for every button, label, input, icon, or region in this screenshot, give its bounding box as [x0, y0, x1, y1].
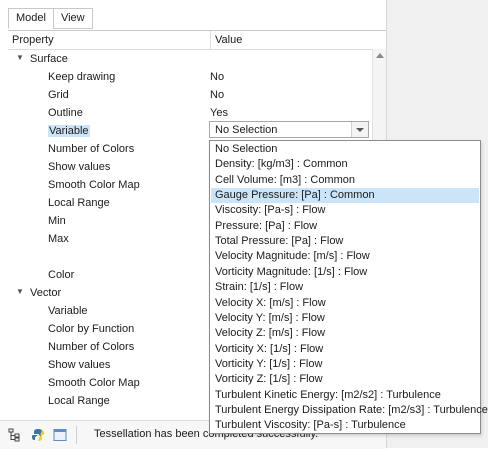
property-label-text: Local Range — [48, 197, 110, 209]
dropdown-option[interactable]: Vorticity Y: [1/s] : Flow — [211, 357, 479, 372]
property-label-text: Show values — [48, 161, 111, 173]
property-label-text: Surface — [30, 53, 68, 65]
dropdown-option[interactable]: Velocity Magnitude: [m/s] : Flow — [211, 249, 479, 264]
property-label: Outline — [48, 107, 83, 119]
tree-view-icon[interactable] — [8, 428, 22, 442]
python-icon[interactable] — [31, 428, 45, 442]
property-label: Min — [48, 215, 66, 227]
status-separator — [76, 426, 77, 444]
dropdown-option[interactable]: Cell Volume: [m3] : Common — [211, 173, 479, 188]
property-label: Smooth Color Map — [48, 179, 140, 191]
variable-select-value: No Selection — [215, 124, 278, 136]
chevron-down-icon[interactable] — [351, 122, 368, 137]
property-label: Surface — [30, 53, 68, 65]
property-label-text: Smooth Color Map — [48, 179, 140, 191]
property-label-text: Keep drawing — [48, 71, 116, 83]
property-value[interactable]: No — [210, 71, 224, 83]
dropdown-option[interactable]: Vorticity X: [1/s] : Flow — [211, 342, 479, 357]
property-label-text: Local Range — [48, 395, 110, 407]
dropdown-option[interactable]: Pressure: [Pa] : Flow — [211, 219, 479, 234]
property-row[interactable]: Grid No — [8, 86, 370, 104]
tab-model[interactable]: Model — [8, 8, 54, 29]
property-label: Variable — [48, 125, 90, 137]
property-label: Smooth Color Map — [48, 377, 140, 389]
property-label-text: Variable — [48, 305, 88, 317]
dropdown-option[interactable]: Turbulent Viscosity: [Pa-s] : Turbulence — [211, 418, 479, 433]
expand-collapse-icon[interactable]: ▼ — [16, 53, 24, 62]
column-divider[interactable] — [210, 31, 211, 49]
scroll-up-icon[interactable] — [376, 53, 384, 58]
property-row[interactable]: Keep drawing No — [8, 68, 370, 86]
dropdown-option[interactable]: Strain: [1/s] : Flow — [211, 280, 479, 295]
expand-collapse-icon[interactable]: ▼ — [16, 287, 24, 296]
dropdown-option[interactable]: Turbulent Kinetic Energy: [m2/s2] : Turb… — [211, 388, 479, 403]
property-label: Keep drawing — [48, 71, 115, 83]
property-label-text: Variable — [48, 125, 90, 137]
property-label-text: Show values — [48, 359, 111, 371]
property-label: Color — [48, 269, 74, 281]
dropdown-option[interactable]: Velocity X: [m/s] : Flow — [211, 296, 479, 311]
variable-select[interactable]: No Selection — [209, 121, 369, 138]
property-label: Variable — [48, 305, 88, 317]
tab-bar: Model View — [8, 8, 93, 29]
property-label-text: Number of Colors — [48, 143, 135, 155]
dropdown-option[interactable]: Density: [kg/m3] : Common — [211, 157, 479, 172]
property-label: Local Range — [48, 197, 110, 209]
property-label: Grid — [48, 89, 69, 101]
property-column-header: Property — [12, 34, 54, 46]
property-label-text: Color — [48, 269, 75, 281]
grid-header: Property Value — [8, 31, 386, 50]
property-label: Max — [48, 233, 69, 245]
dropdown-option[interactable]: Velocity Y: [m/s] : Flow — [211, 311, 479, 326]
variable-dropdown-list[interactable]: No Selection Density: [kg/m3] : Common Cel… — [209, 140, 488, 434]
property-label: Local Range — [48, 395, 110, 407]
tab-view[interactable]: View — [52, 8, 93, 29]
property-label: Show values — [48, 161, 110, 173]
property-label-text: Grid — [48, 89, 69, 101]
value-column-header: Value — [215, 34, 243, 46]
dropdown-option[interactable]: Total Pressure: [Pa] : Flow — [211, 234, 479, 249]
group-row[interactable]: ▼ Surface — [8, 50, 370, 68]
property-label-text: Max — [48, 233, 69, 245]
dropdown-option[interactable]: No Selection — [211, 142, 479, 157]
window-icon[interactable] — [53, 428, 67, 442]
property-label: Number of Colors — [48, 143, 134, 155]
dropdown-option[interactable]: Viscosity: [Pa-s] : Flow — [211, 203, 479, 218]
property-label: Vector — [30, 287, 61, 299]
property-label-text: Color by Function — [48, 323, 135, 335]
property-value[interactable]: Yes — [210, 107, 228, 119]
property-label-text: Number of Colors — [48, 341, 135, 353]
property-label: Show values — [48, 359, 110, 371]
property-label: Color by Function — [48, 323, 134, 335]
dropdown-option[interactable]: Vorticity Magnitude: [1/s] : Flow — [211, 265, 479, 280]
dropdown-option[interactable]: Turbulent Energy Dissipation Rate: [m2/s… — [211, 403, 488, 418]
property-label-text: Vector — [30, 287, 62, 299]
dropdown-option[interactable]: Vorticity Z: [1/s] : Flow — [211, 372, 479, 387]
property-label-text: Min — [48, 215, 66, 227]
property-value[interactable]: No — [210, 89, 224, 101]
property-label-text: Smooth Color Map — [48, 377, 140, 389]
property-label-text: Outline — [48, 107, 83, 119]
property-label: Number of Colors — [48, 341, 134, 353]
property-row[interactable]: Outline Yes — [8, 104, 370, 122]
dropdown-option[interactable]: Gauge Pressure: [Pa] : Common — [211, 188, 479, 204]
dropdown-option[interactable]: Velocity Z: [m/s] : Flow — [211, 326, 479, 341]
